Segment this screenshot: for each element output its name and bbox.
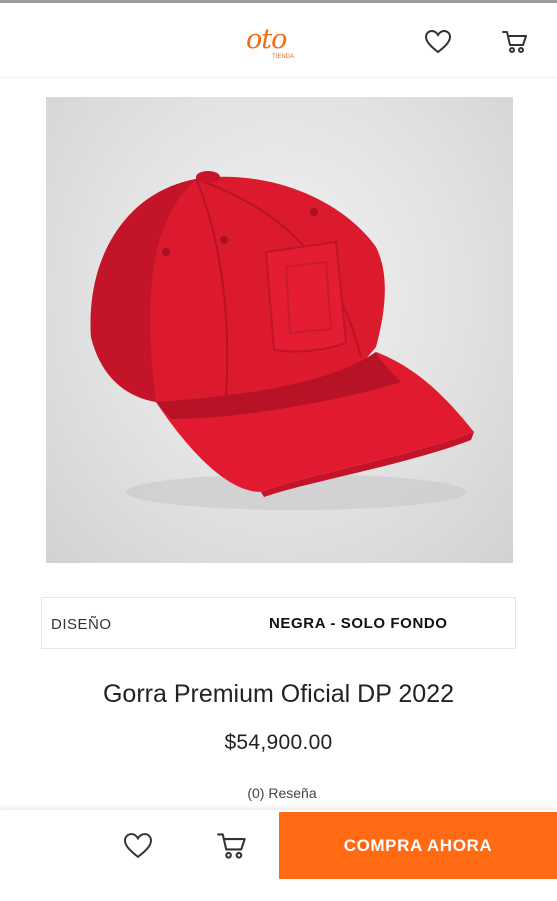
logo[interactable]: oto TIENDA bbox=[246, 23, 294, 63]
reviews-link[interactable]: (0) Reseña bbox=[0, 785, 557, 801]
header: oto TIENDA bbox=[0, 3, 557, 78]
logo-subtext: TIENDA bbox=[272, 54, 295, 60]
variant-value[interactable]: NEGRA - SOLO FONDO bbox=[269, 615, 448, 632]
variant-selector[interactable]: DISEÑO NEGRA - SOLO FONDO bbox=[41, 597, 516, 649]
cart-icon bbox=[217, 833, 246, 859]
variant-label: DISEÑO bbox=[51, 616, 112, 633]
add-to-cart-button[interactable] bbox=[216, 830, 248, 862]
buy-now-button[interactable]: COMPRA AHORA bbox=[279, 812, 557, 879]
cap-illustration bbox=[90, 171, 474, 510]
product-image[interactable] bbox=[46, 97, 513, 563]
product-title: Gorra Premium Oficial DP 2022 bbox=[102, 680, 455, 708]
heart-icon bbox=[425, 30, 451, 54]
heart-icon bbox=[124, 833, 152, 859]
cart-button[interactable] bbox=[500, 27, 530, 57]
product-price: $54,900.00 bbox=[224, 731, 333, 754]
bottom-action-bar: COMPRA AHORA bbox=[0, 809, 557, 901]
add-to-favorites-button[interactable] bbox=[122, 830, 154, 862]
logo-text: oto bbox=[246, 24, 287, 55]
cart-icon bbox=[502, 31, 527, 53]
favorites-button[interactable] bbox=[423, 27, 453, 57]
